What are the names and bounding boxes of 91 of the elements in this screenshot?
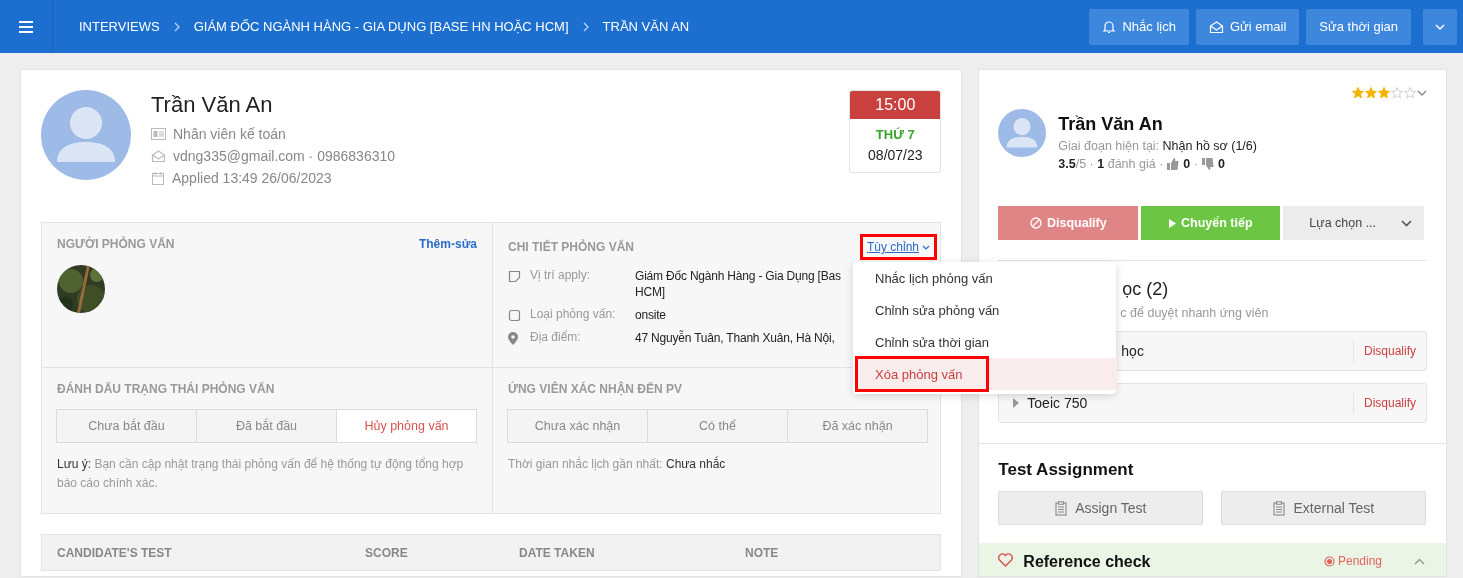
field-value: onsite [635, 307, 666, 323]
weekday: THỨ 7 [874, 127, 916, 142]
star-icon [1404, 87, 1416, 99]
chevron-right-icon [173, 21, 180, 32]
caret-icon [1401, 219, 1413, 227]
breadcrumb-link[interactable]: GIÁM ĐỐC NGÀNH HÀNG - GIA DỤNG [BASE HN HOẶC HCM] [193, 19, 569, 34]
disqualify-link[interactable]: Disqualify [1352, 340, 1416, 362]
heart-icon [998, 553, 1014, 567]
breadcrumb-link[interactable]: TRẦN VĂN AN [602, 19, 690, 34]
test-button[interactable]: External Test [1221, 491, 1427, 525]
section-title: ỨNG VIÊN XÁC NHẬN ĐẾN PV [508, 382, 682, 396]
envelope-icon [1208, 19, 1224, 34]
status-option[interactable]: Hủy phỏng vấn [336, 409, 477, 443]
target-icon [1323, 555, 1335, 567]
criteria-label: học [1121, 343, 1144, 359]
section-title: NGƯỜI PHỎNG VẤN [57, 237, 175, 251]
clipboard-icon [1273, 500, 1286, 516]
edit-link[interactable]: Thêm-sửa [418, 237, 477, 251]
clipboard-icon [1055, 500, 1068, 516]
applied-date: Applied 13:49 26/06/2023 [172, 170, 332, 186]
column-header: DATE TAKEN [519, 545, 596, 560]
section-title: Test Assignment [998, 460, 1135, 480]
thumbs-up-icon [1167, 158, 1180, 170]
envelope-icon [151, 149, 166, 163]
chevron-up-icon[interactable] [1414, 558, 1425, 565]
status-text: Pending [1323, 554, 1382, 568]
caret-right-icon [1013, 398, 1020, 408]
section-title: Reference check [1023, 553, 1151, 571]
caret-icon [1417, 90, 1427, 96]
status-option[interactable]: Chưa xác nhận [507, 409, 648, 443]
section-title: CHI TIẾT PHỎNG VẤN [508, 240, 634, 254]
note-icon [508, 270, 521, 283]
action-button[interactable]: Disqualify [998, 206, 1139, 240]
breadcrumb-link[interactable]: INTERVIEWS [79, 19, 160, 34]
menu-item[interactable]: Chỉnh sửa phỏng vấn [859, 294, 1110, 326]
test-button[interactable]: Assign Test [998, 491, 1204, 525]
bell-icon [1102, 19, 1117, 34]
column-header: NOTE [745, 545, 780, 560]
field-value: Giám Đốc Ngành Hàng - Gia Dụng [Bas HCM] [635, 268, 841, 300]
play-icon [1169, 218, 1177, 228]
column-header: CANDIDATE'S TEST [57, 545, 173, 560]
section-title: ọc (2) [1122, 279, 1170, 300]
criteria-row[interactable]: Toeic 750 Disqualify [998, 383, 1427, 423]
avatar-icon [998, 109, 1047, 157]
status-option[interactable]: Đã xác nhận [787, 409, 928, 443]
disqualify-link[interactable]: Disqualify [1352, 392, 1416, 414]
menu-icon[interactable] [19, 20, 33, 33]
section-subtitle: c để duyệt nhanh ứng viên [1120, 306, 1270, 320]
customize-link[interactable]: Tùy chỉnh [862, 237, 934, 257]
checkbox-icon [508, 309, 521, 322]
status-option[interactable]: Có thể [647, 409, 788, 443]
rating-summary: 3.5/5 · 1 đánh giá · [1058, 157, 1164, 171]
note-text: Lưu ý: Bạn cần cập nhật trạng thái phỏng vấn để hệ thống tự động tổng hợp báo cáo chính xác. [57, 456, 465, 492]
star-icon [1365, 87, 1377, 99]
dislikes-count: 0 [1217, 157, 1225, 171]
stage-text: Giai đoạn hiện tại: Nhận hồ sơ (1/6) [1058, 139, 1257, 153]
job-title: Nhân viên kế toán [173, 126, 286, 142]
ban-icon [1029, 217, 1042, 229]
star-icon [1378, 87, 1390, 99]
avatar-icon [41, 90, 131, 180]
criteria-label: Toeic 750 [1027, 395, 1088, 411]
location-pin-icon [508, 332, 518, 345]
status-option[interactable]: Đã bắt đầu [196, 409, 337, 443]
candidate-name: Trần Văn An [151, 92, 274, 118]
id-card-icon [151, 128, 166, 140]
caret-icon [1435, 23, 1445, 30]
header-button[interactable]: Nhắc lịch [1089, 8, 1189, 45]
star-icon [1391, 87, 1403, 99]
contact-text: vdng335@gmail.com · 0986836310 [173, 148, 396, 164]
star-icon [1352, 87, 1364, 99]
field-label: Loại phỏng vấn: [530, 307, 617, 323]
header-button[interactable]: Gửi email [1195, 8, 1300, 45]
menu-item[interactable]: Nhắc lịch phỏng vấn [859, 262, 1110, 294]
reminder-text: Thời gian nhắc lịch gần nhất: Chưa nhắc [508, 455, 727, 473]
section-title: ĐÁNH DẤU TRẠNG THÁI PHỎNG VẤN [57, 382, 275, 396]
header-button[interactable]: Sửa thời gian [1306, 8, 1411, 45]
chevron-right-icon [582, 21, 589, 32]
field-value: 47 Nguyễn Tuân, Thanh Xuân, Hà Nội, [635, 330, 835, 346]
field-label: Địa điểm: [530, 330, 582, 346]
calendar-icon [151, 171, 165, 185]
field-label: Vị trí apply: [530, 268, 592, 284]
interview-time: 15:00 [850, 91, 941, 119]
interview-date: 08/07/23 [867, 147, 924, 163]
thumbs-down-icon [1201, 158, 1214, 170]
candidate-name: Trần Văn An [1058, 114, 1164, 135]
caret-icon [922, 244, 930, 250]
column-header: SCORE [365, 545, 409, 560]
likes-count: 0 · [1183, 157, 1198, 171]
status-option[interactable]: Chưa bắt đầu [56, 409, 197, 443]
dropdown-button[interactable]: Lựa chọn ... [1283, 206, 1425, 240]
dropdown-button[interactable] [1423, 8, 1457, 45]
